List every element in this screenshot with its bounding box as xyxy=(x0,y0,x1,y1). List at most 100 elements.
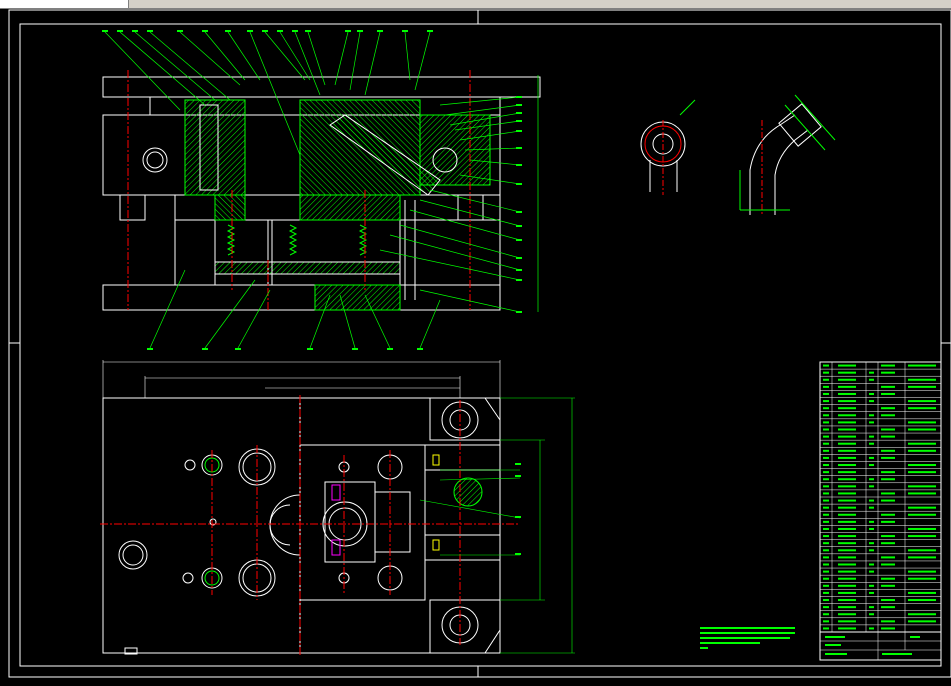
bom-cell-mark xyxy=(838,400,856,403)
cad-drawing-canvas[interactable] xyxy=(0,0,951,686)
bom-cell-mark xyxy=(908,378,936,381)
bom-cell-mark xyxy=(823,542,829,545)
balloon-mark xyxy=(516,164,522,166)
bom-cell-mark xyxy=(823,371,829,374)
balloon-mark xyxy=(247,30,253,32)
bom-cell-mark xyxy=(838,620,856,623)
bom-cell-mark xyxy=(838,542,856,545)
bom-cell-mark xyxy=(881,535,895,538)
balloon-mark xyxy=(516,183,522,185)
bom-cell-mark xyxy=(881,542,895,545)
balloon-mark xyxy=(516,257,522,259)
bom-cell-mark xyxy=(908,385,936,388)
bom-cell-mark xyxy=(869,549,874,552)
balloon-mark xyxy=(427,30,433,32)
bom-cell-mark xyxy=(838,577,856,580)
bom-cell-mark xyxy=(908,407,936,410)
bom-cell-mark xyxy=(823,378,829,381)
detail-view xyxy=(640,94,836,215)
bom-cell-mark xyxy=(823,535,829,538)
bom-cell-mark xyxy=(908,400,936,403)
bom-cell-mark xyxy=(908,591,936,594)
bom-cell-mark xyxy=(823,577,829,580)
bom-cell-mark xyxy=(838,449,856,452)
bom-cell-mark xyxy=(823,627,829,630)
section-view xyxy=(102,31,541,349)
bom-cell-mark xyxy=(823,556,829,559)
bom-cell-mark xyxy=(838,471,856,474)
bom-cell-mark xyxy=(823,364,829,367)
bom-cell-mark xyxy=(881,492,895,495)
bom-cell-mark xyxy=(823,584,829,587)
bom-cell-mark xyxy=(881,449,895,452)
bom-cell-mark xyxy=(823,499,829,502)
balloon-mark xyxy=(345,30,351,32)
bom-cell-mark xyxy=(908,613,936,616)
bom-cell-mark xyxy=(908,535,936,538)
bom-cell-mark xyxy=(869,570,874,573)
bom-cell-mark xyxy=(838,591,856,594)
bom-cell-mark xyxy=(823,435,829,438)
balloon-mark xyxy=(147,348,153,350)
bom-cell-mark xyxy=(823,549,829,552)
bom-cell-mark xyxy=(908,556,936,559)
bom-cell-mark xyxy=(869,414,874,417)
bom-cell-mark xyxy=(881,599,895,602)
bom-cell-mark xyxy=(881,563,895,566)
balloon-mark xyxy=(516,130,522,132)
bom-cell-mark xyxy=(838,527,856,530)
bom-cell-mark xyxy=(869,421,874,424)
balloon-mark xyxy=(202,348,208,350)
bom-cell-mark xyxy=(823,478,829,481)
balloon-mark xyxy=(515,553,521,555)
bom-cell-mark xyxy=(869,591,874,594)
bom-cell-mark xyxy=(823,485,829,488)
balloon-mark xyxy=(417,348,423,350)
balloon-mark xyxy=(305,30,311,32)
bom-cell-mark xyxy=(881,471,895,474)
bom-cell-mark xyxy=(869,584,874,587)
balloon-mark xyxy=(357,30,363,32)
bom-cell-mark xyxy=(838,606,856,609)
bom-cell-mark xyxy=(869,520,874,523)
balloon-mark xyxy=(516,211,522,213)
bom-cell-mark xyxy=(869,400,874,403)
bom-cell-mark xyxy=(869,527,874,530)
bom-cell-mark xyxy=(838,570,856,573)
bom-cell-mark xyxy=(838,371,856,374)
bom-cell-mark xyxy=(908,577,936,580)
bom-cell-mark xyxy=(881,385,895,388)
bom-cell-mark xyxy=(881,435,895,438)
bom-cell-mark xyxy=(838,549,856,552)
bom-cell-mark xyxy=(838,456,856,459)
bom-cell-mark xyxy=(869,464,874,467)
balloon-mark xyxy=(132,30,138,32)
bom-cell-mark xyxy=(823,407,829,410)
bom-cell-mark xyxy=(908,570,936,573)
balloon-mark xyxy=(516,120,522,122)
bom-cell-mark xyxy=(908,364,936,367)
bom-cell-mark xyxy=(838,392,856,395)
bom-cell-mark xyxy=(838,485,856,488)
plan-view xyxy=(100,360,575,655)
bom-cell-mark xyxy=(881,606,895,609)
bom-cell-mark xyxy=(823,599,829,602)
bom-cell-mark xyxy=(838,513,856,516)
balloon-mark xyxy=(377,30,383,32)
bom-cell-mark xyxy=(823,421,829,424)
bom-cell-mark xyxy=(869,613,874,616)
bom-cell-mark xyxy=(908,485,936,488)
bom-cell-mark xyxy=(838,414,856,417)
title-block xyxy=(700,627,942,661)
bom-cell-mark xyxy=(838,435,856,438)
balloon-mark xyxy=(387,348,393,350)
bom-cell-mark xyxy=(838,499,856,502)
balloon-mark xyxy=(102,30,108,32)
bom-cell-mark xyxy=(869,499,874,502)
bom-cell-mark xyxy=(881,627,895,630)
bom-cell-mark xyxy=(881,520,895,523)
bom-cell-mark xyxy=(869,606,874,609)
bom-cell-mark xyxy=(908,527,936,530)
balloon-mark xyxy=(307,348,313,350)
bom-cell-mark xyxy=(908,513,936,516)
